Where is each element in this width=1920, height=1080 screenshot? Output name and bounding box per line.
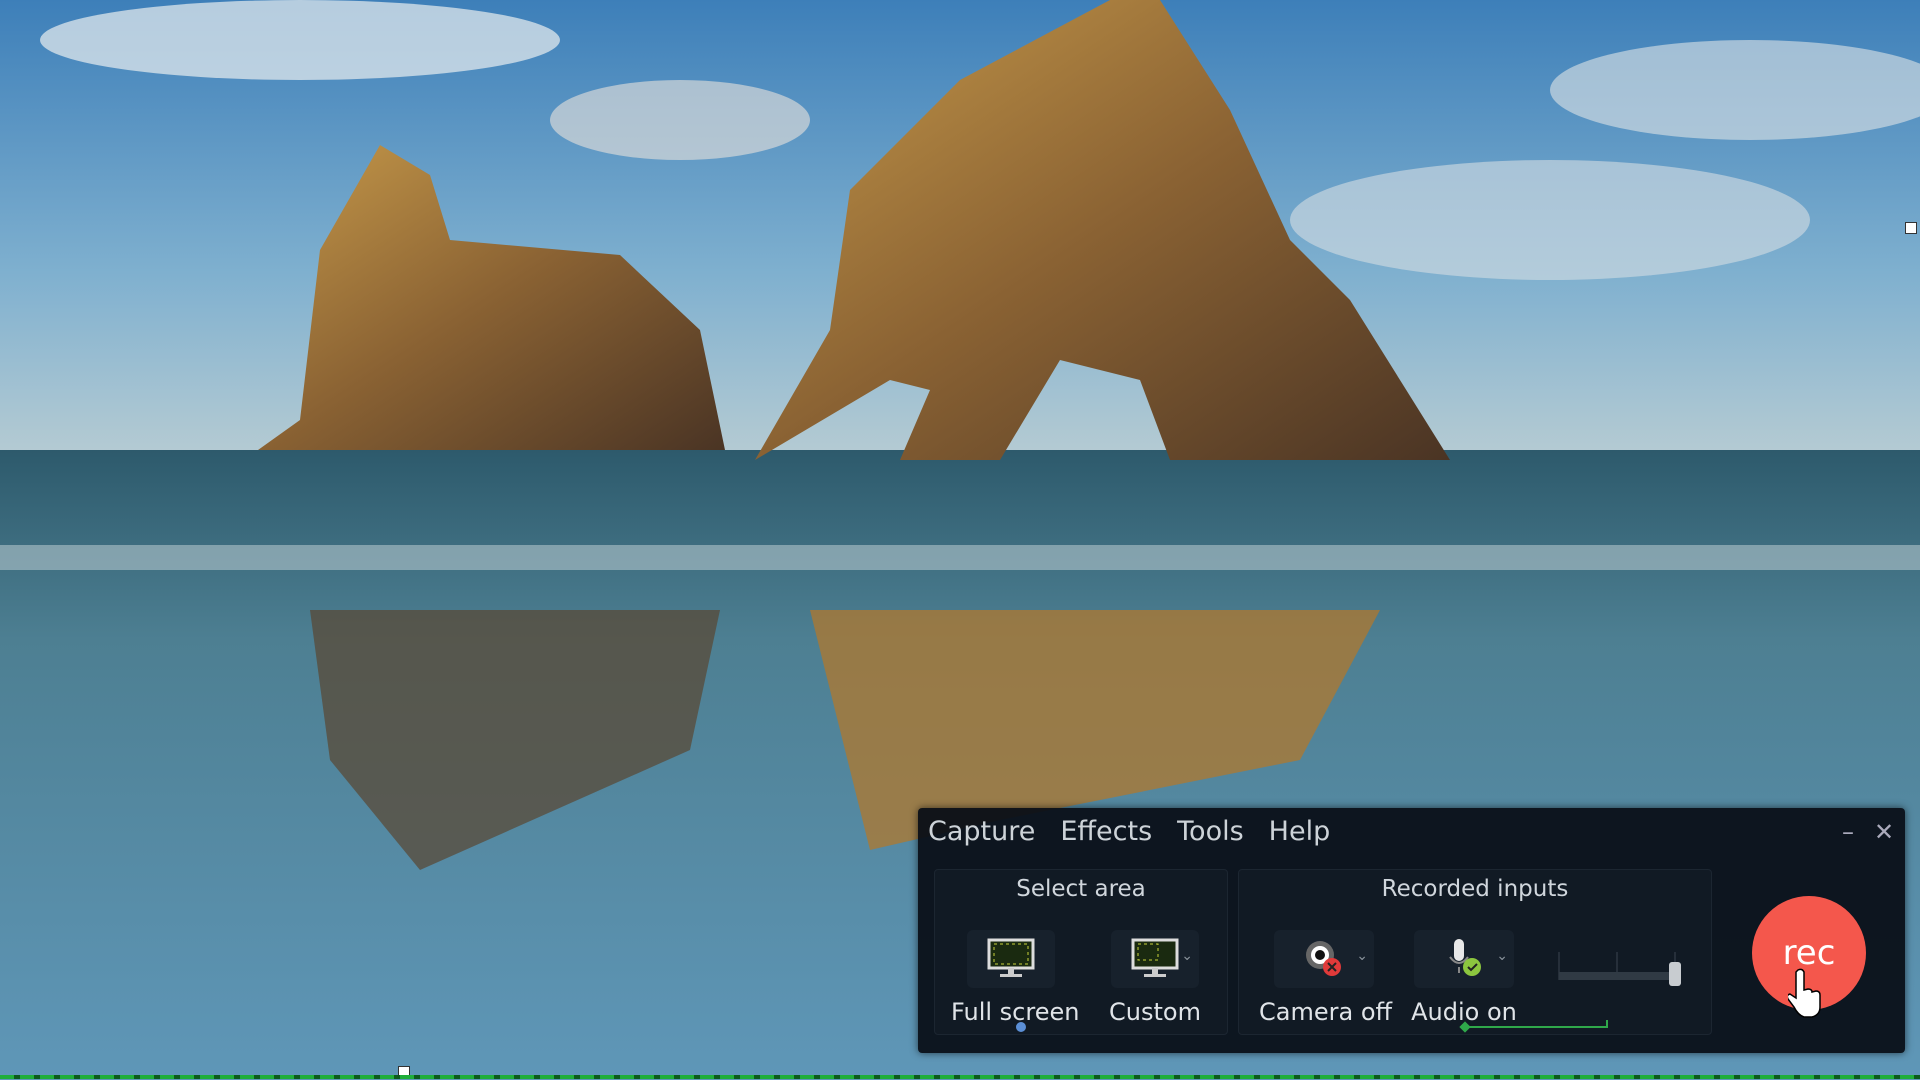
camera-toggle[interactable]: ⌄ Camera off: [1259, 930, 1393, 1026]
recorded-inputs-group: Recorded inputs ⌄ Camera off ⌄ Audio on: [1238, 869, 1712, 1035]
recorded-inputs-title: Recorded inputs: [1381, 876, 1569, 902]
recorder-panel: Capture Effects Tools Help – ✕ Select ar…: [918, 808, 1905, 1053]
volume-slider-thumb: [1669, 962, 1681, 986]
custom-region-icon: [1131, 938, 1179, 977]
menu-bar: Capture Effects Tools Help: [928, 816, 1330, 847]
chevron-down-icon[interactable]: ⌄: [1181, 948, 1193, 964]
volume-slider[interactable]: [1557, 950, 1687, 990]
hand-cursor-icon: [1788, 968, 1821, 1018]
audio-toggle[interactable]: ⌄ Audio on: [1404, 930, 1524, 1026]
full-screen-button[interactable]: Full screen: [951, 930, 1080, 1026]
custom-area-button[interactable]: ⌄ Custom: [1095, 930, 1215, 1026]
select-area-group: Select area Full screen ⌄ Custom: [934, 869, 1228, 1035]
recording-area-border: [0, 1075, 1920, 1079]
menu-effects[interactable]: Effects: [1060, 816, 1152, 847]
menu-capture[interactable]: Capture: [928, 816, 1035, 847]
menu-tools[interactable]: Tools: [1177, 816, 1244, 847]
chevron-down-icon[interactable]: ⌄: [1356, 948, 1368, 964]
record-label: rec: [1782, 933, 1836, 973]
microphone-on-icon: [1449, 939, 1481, 976]
audio-level-indicator: [1459, 1020, 1608, 1033]
select-area-title: Select area: [1016, 876, 1146, 902]
camera-label: Camera off: [1259, 998, 1393, 1026]
menu-help[interactable]: Help: [1269, 816, 1331, 847]
resize-handle-right[interactable]: [1905, 222, 1917, 234]
monitor-icon: [987, 938, 1035, 977]
minimize-button[interactable]: –: [1842, 818, 1854, 846]
full-screen-label: Full screen: [951, 998, 1080, 1026]
custom-label: Custom: [1109, 998, 1201, 1026]
close-button[interactable]: ✕: [1874, 818, 1894, 846]
webcam-off-icon: [1306, 941, 1341, 976]
chevron-down-icon[interactable]: ⌄: [1496, 948, 1508, 964]
